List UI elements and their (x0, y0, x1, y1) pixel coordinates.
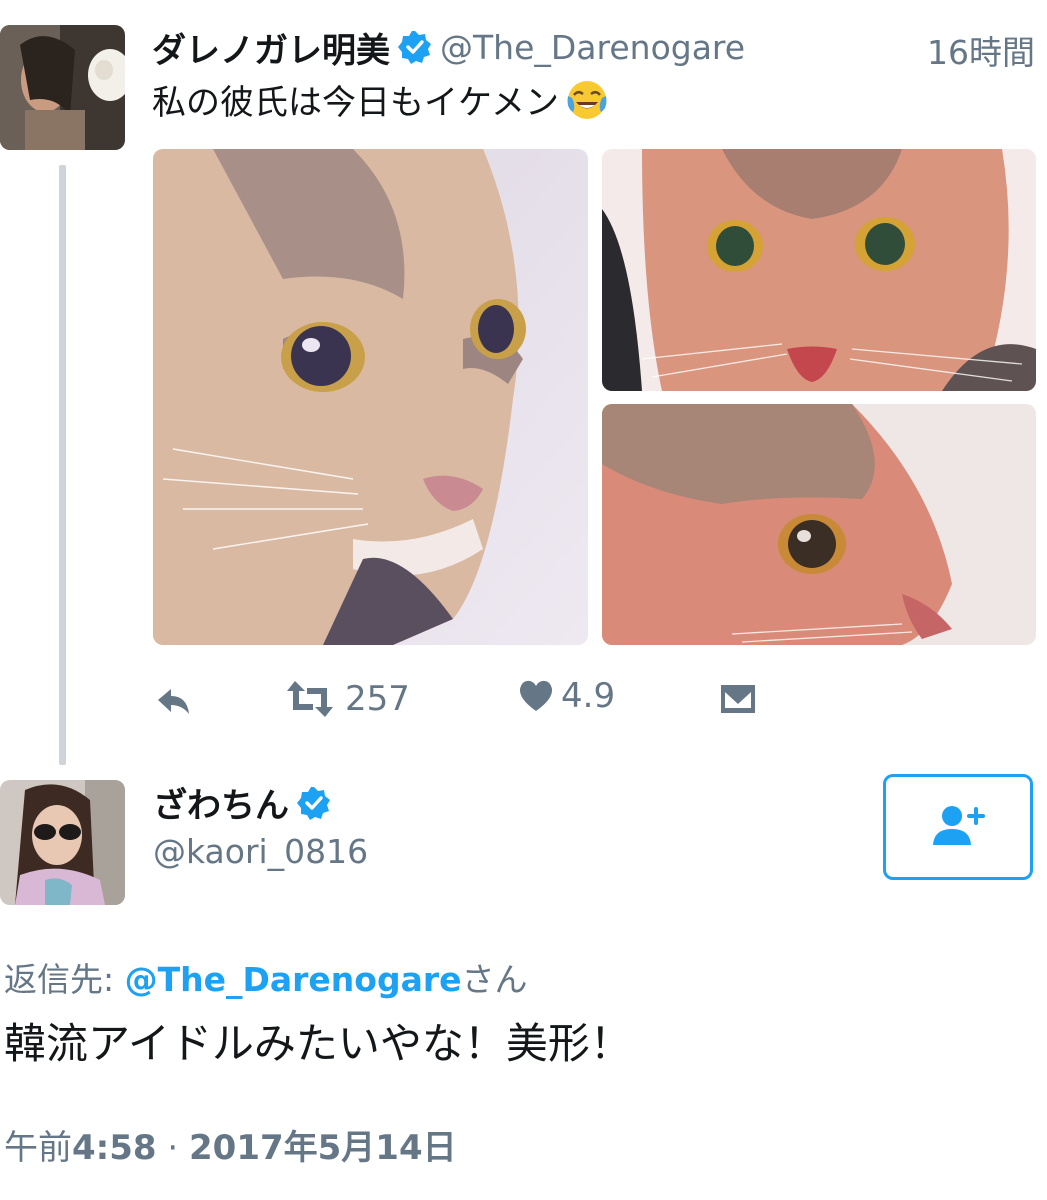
reply-to-line: 返信先: @The_Darenogareさん (4, 953, 528, 1001)
author-name[interactable]: ダレノガレ明美 (152, 23, 390, 72)
time-value: 4:58 (72, 1128, 157, 1168)
tweet-text-body: 私の彼氏は今日もイケメン (152, 83, 559, 123)
tweet-text: 私の彼氏は今日もイケメン (152, 75, 609, 124)
verified-badge-icon (297, 786, 331, 820)
date-value: 2017年5月14日 (189, 1128, 457, 1168)
reply-suffix: さん (461, 960, 528, 999)
time-prefix: 午前 (4, 1128, 72, 1168)
like-count: 4.9 (561, 676, 616, 716)
reply-button[interactable] (154, 682, 194, 722)
author-handle[interactable]: @The_Darenogare (440, 28, 745, 67)
reply-author-handle[interactable]: @kaori_0816 (153, 832, 368, 871)
tweet-action-bar: 257 4.9 (150, 672, 790, 732)
direct-message-button[interactable] (719, 682, 757, 716)
retweet-count: 257 (345, 679, 410, 719)
reply-author-avatar[interactable] (0, 780, 125, 905)
reply-author-name-row: ざわちん (153, 778, 331, 827)
follow-button[interactable] (883, 774, 1033, 880)
cat-photo-left[interactable] (153, 149, 588, 645)
reply-mention-link[interactable]: @The_Darenogare (125, 960, 462, 999)
verified-badge-icon (398, 30, 432, 64)
tweet-header: ダレノガレ明美 @The_Darenogare (152, 22, 745, 72)
reply-author-name[interactable]: ざわちん (153, 778, 289, 827)
reply-timestamp[interactable]: 午前4:58 · 2017年5月14日 (4, 1120, 457, 1169)
heart-icon (517, 677, 555, 715)
cat-photo-bottom-right[interactable] (602, 404, 1036, 645)
like-button[interactable]: 4.9 (517, 676, 615, 716)
reply-tweet-text: 韓流アイドルみたいやな！美形！ (4, 1019, 632, 1068)
retweet-button[interactable]: 257 (285, 676, 410, 722)
cat-photo-top-right[interactable] (602, 149, 1036, 391)
reply-prefix: 返信先: (4, 960, 125, 999)
time-separator: · (156, 1128, 190, 1168)
retweet-icon (285, 676, 335, 722)
tweet-time[interactable]: 16時間 (927, 26, 1035, 74)
direct-message-icon (719, 682, 757, 716)
reply-icon (154, 682, 194, 722)
add-user-icon (928, 803, 988, 851)
thread-line (59, 165, 66, 765)
author-avatar[interactable] (0, 25, 125, 150)
face-with-tears-of-joy-icon (565, 78, 609, 122)
